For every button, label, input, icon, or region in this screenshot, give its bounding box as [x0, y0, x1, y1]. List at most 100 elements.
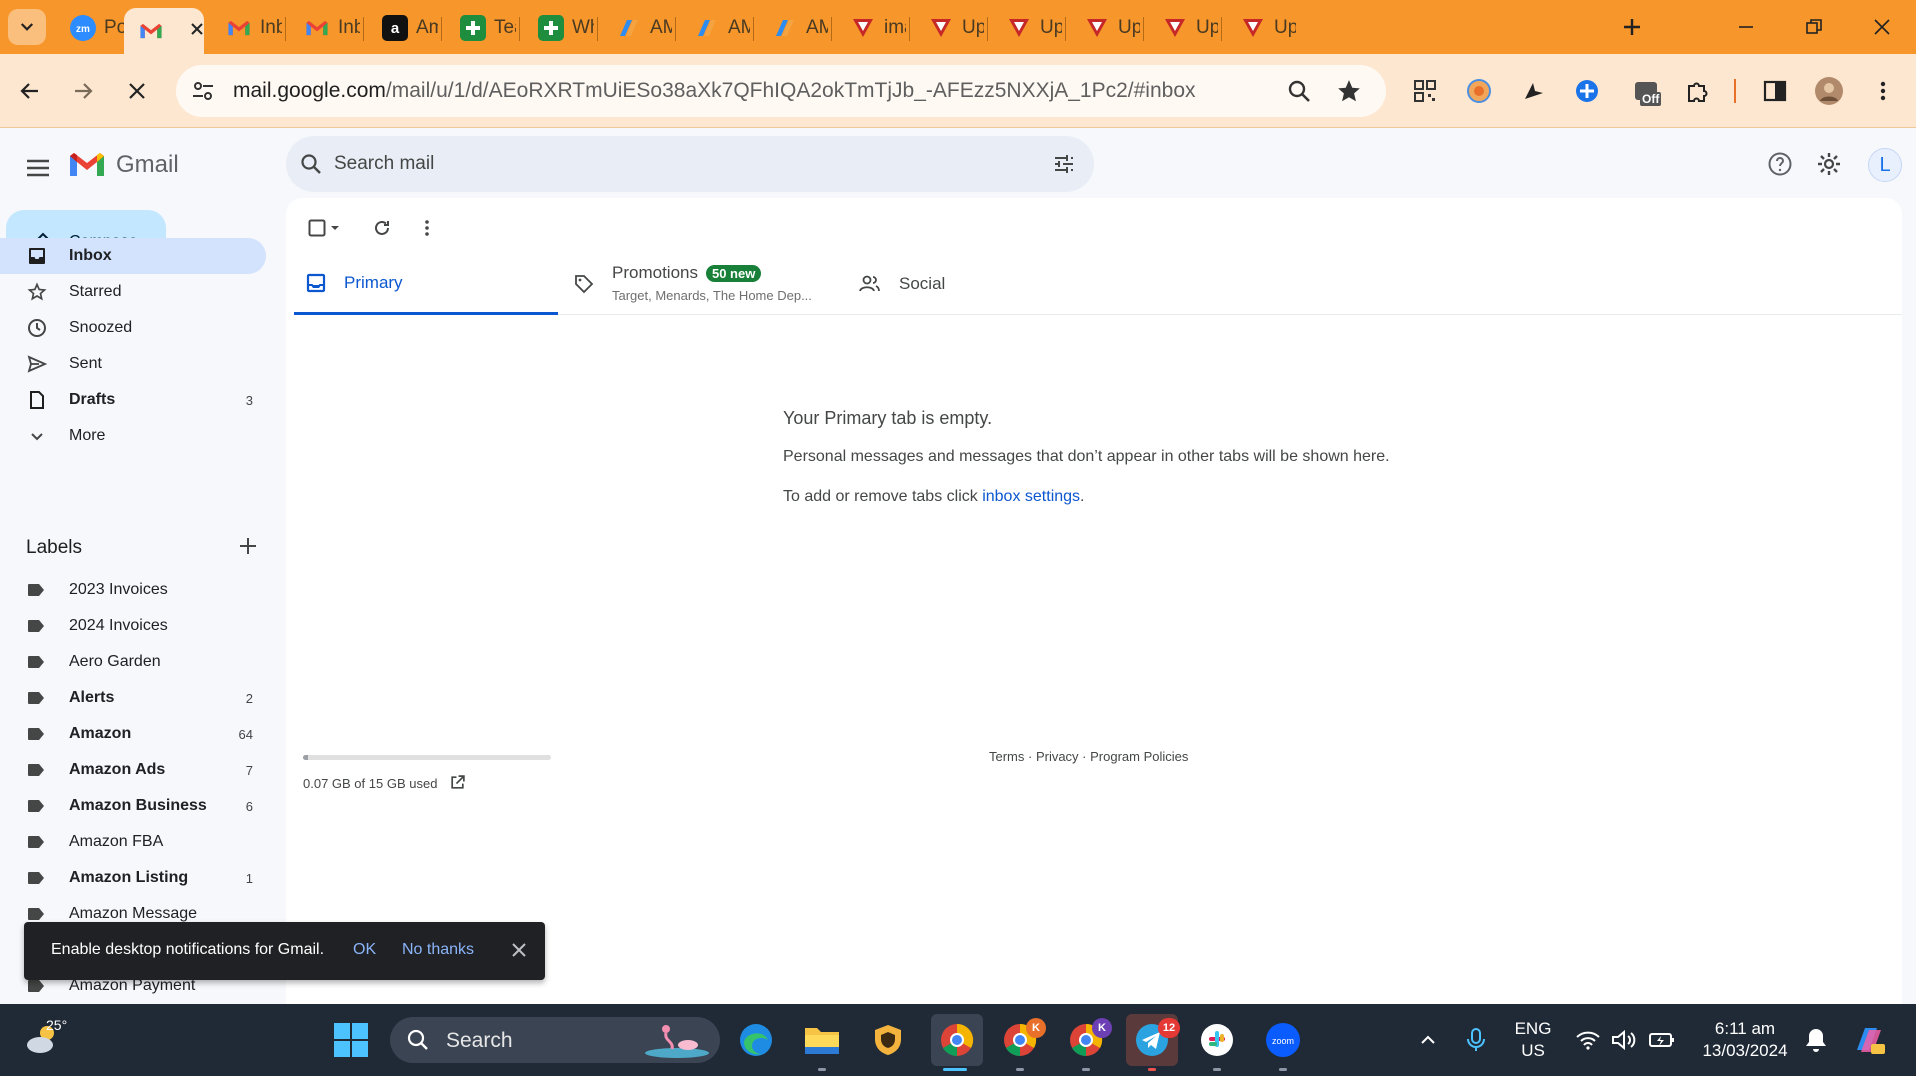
main-menu-icon[interactable] [24, 154, 52, 182]
sidebar-item-drafts[interactable]: Drafts 3 [0, 382, 266, 418]
close-window-button[interactable] [1862, 10, 1902, 44]
restore-button[interactable] [1794, 10, 1834, 44]
off-extension[interactable]: Off [1632, 76, 1662, 106]
address-bar[interactable]: mail.google.com/mail/u/1/d/AEoRXRTmUiESo… [176, 65, 1386, 117]
cursor-extension[interactable] [1518, 76, 1548, 106]
show-hidden-icons-button[interactable] [1405, 1017, 1451, 1063]
close-icon[interactable] [508, 939, 530, 961]
qr-code-extension[interactable] [1410, 76, 1440, 106]
bookmark-star-icon[interactable] [1336, 78, 1362, 104]
browser-tab[interactable]: Up [1148, 10, 1218, 46]
language-indicator[interactable]: ENG US [1508, 1018, 1558, 1062]
label-name: Alerts [69, 689, 115, 706]
refresh-button[interactable] [366, 212, 398, 244]
side-panel-button[interactable] [1760, 76, 1790, 106]
tab-promotions[interactable]: Promotions 50 new Target, Menards, The Ho… [574, 253, 838, 315]
search-options-icon[interactable] [1052, 152, 1076, 176]
browser-tab[interactable]: zm Pos [56, 10, 126, 46]
browser-tab[interactable] [124, 8, 204, 54]
browser-tab[interactable]: Upl [914, 10, 984, 46]
footer-links[interactable]: Terms · Privacy · Program Policies [989, 749, 1188, 764]
label-item[interactable]: Alerts 2 [0, 680, 266, 716]
sidebar-item-sent[interactable]: Sent [0, 346, 266, 382]
close-tab-icon[interactable] [190, 20, 204, 42]
browser-tab[interactable]: ima [836, 10, 906, 46]
microphone-icon [1467, 1028, 1485, 1051]
new-tab-button[interactable] [1612, 10, 1652, 44]
extensions-button[interactable] [1682, 76, 1712, 106]
search-input[interactable]: Search mail [334, 153, 434, 175]
browser-menu-button[interactable] [1868, 76, 1898, 106]
label-tag-icon [28, 872, 44, 884]
open-external-icon[interactable] [449, 774, 466, 791]
label-item[interactable]: Amazon Listing 1 [0, 860, 266, 896]
taskbar-search[interactable]: Search [390, 1017, 720, 1063]
copilot-button[interactable] [1846, 1017, 1892, 1063]
plus-icon [1624, 19, 1640, 35]
taskbar-file-explorer[interactable] [799, 1017, 845, 1063]
more-actions-button[interactable] [411, 212, 443, 244]
microphone-button[interactable] [1453, 1017, 1499, 1063]
app-favicon-icon [1006, 15, 1032, 41]
taskbar-edge[interactable] [733, 1017, 779, 1063]
taskbar-vpn[interactable] [865, 1017, 911, 1063]
label-item[interactable]: Aero Garden [0, 644, 266, 680]
taskbar-chrome-active[interactable] [931, 1014, 983, 1066]
settings-button[interactable] [1813, 148, 1845, 180]
browser-tab[interactable]: Inb [290, 10, 360, 46]
browser-tab[interactable]: Up [1226, 10, 1296, 46]
gmail-logo-text: Gmail [116, 150, 179, 178]
taskbar-slack[interactable] [1194, 1017, 1240, 1063]
select-all-checkbox[interactable] [302, 212, 346, 244]
search-icon[interactable] [300, 153, 322, 175]
taskbar-zoom[interactable]: zoom [1260, 1017, 1306, 1063]
clock[interactable]: 6:11 am 13/03/2024 [1690, 1018, 1800, 1062]
label-item[interactable]: Amazon Business 6 [0, 788, 266, 824]
notifications-button[interactable] [1793, 1017, 1839, 1063]
toast-no-thanks-button[interactable]: No thanks [402, 941, 474, 959]
browser-tab[interactable]: a Am [368, 10, 438, 46]
gmail-logo[interactable]: Gmail [68, 150, 179, 179]
label-item[interactable]: 2023 Invoices [0, 572, 266, 608]
back-button[interactable] [10, 71, 50, 111]
label-name: Amazon Listing [69, 869, 189, 886]
browser-tab[interactable]: Up [1070, 10, 1140, 46]
browser-tab[interactable]: Tea [446, 10, 516, 46]
profile-button[interactable] [1814, 76, 1844, 106]
tab-primary[interactable]: Primary [294, 253, 558, 315]
browser-tab[interactable]: Wh [524, 10, 594, 46]
browser-tab[interactable]: Up [992, 10, 1062, 46]
label-item[interactable]: 2024 Invoices [0, 608, 266, 644]
tab-search-button[interactable] [8, 9, 46, 45]
battery-status[interactable] [1639, 1017, 1685, 1063]
browser-tab[interactable]: AM [680, 10, 750, 46]
label-item[interactable]: Amazon Ads 7 [0, 752, 266, 788]
browser-tab[interactable]: AM [602, 10, 672, 46]
sidebar-item-more[interactable]: More [0, 418, 266, 454]
toast-ok-button[interactable]: OK [353, 941, 376, 959]
minimize-button[interactable] [1726, 10, 1766, 44]
browser-tab[interactable]: AM [758, 10, 828, 46]
add-label-icon[interactable] [236, 534, 260, 558]
support-button[interactable] [1764, 148, 1796, 180]
sidebar-item-snoozed[interactable]: Snoozed [0, 310, 266, 346]
orange-circle-extension[interactable] [1464, 76, 1494, 106]
blue-cross-extension[interactable] [1572, 76, 1602, 106]
sidebar-item-starred[interactable]: Starred [0, 274, 266, 310]
tab-promotions-label: Promotions [612, 263, 698, 282]
inbox-settings-link[interactable]: inbox settings [982, 488, 1080, 505]
browser-tab[interactable]: Inb [212, 10, 282, 46]
tab-social[interactable]: Social [859, 253, 1123, 315]
sidebar-item-inbox[interactable]: Inbox [0, 238, 266, 274]
stop-loading-button[interactable] [117, 71, 157, 111]
account-avatar[interactable]: L [1868, 148, 1902, 182]
label-item[interactable]: Amazon FBA [0, 824, 266, 860]
search-mail-bar[interactable]: Search mail [286, 136, 1094, 192]
url-text[interactable]: mail.google.com/mail/u/1/d/AEoRXRTmUiESo… [233, 79, 1196, 103]
label-name: Amazon Ads [69, 761, 166, 778]
label-item[interactable]: Amazon 64 [0, 716, 266, 752]
zoom-icon[interactable] [1286, 78, 1312, 104]
start-button[interactable] [328, 1017, 374, 1063]
forward-button[interactable] [63, 71, 103, 111]
browser-toolbar: mail.google.com/mail/u/1/d/AEoRXRTmUiESo… [0, 54, 1916, 128]
